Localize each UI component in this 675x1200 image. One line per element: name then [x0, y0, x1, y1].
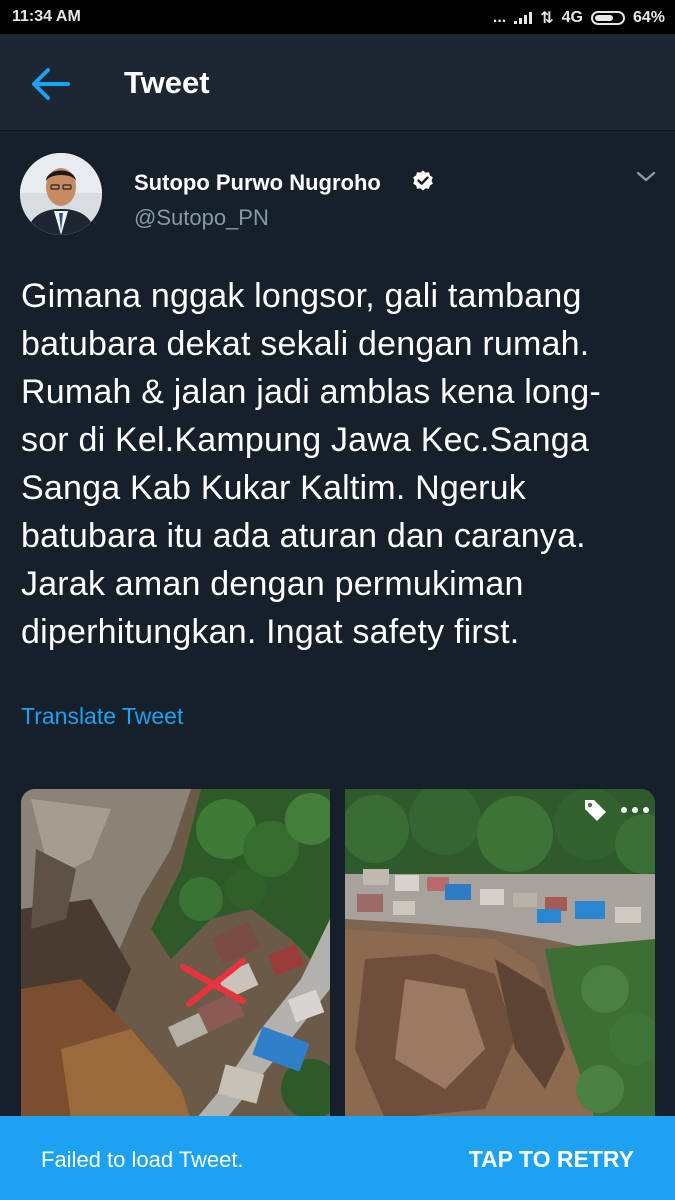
tweet-text-line: Sanga Kab Kukar Kaltim. Ngeruk	[21, 469, 526, 507]
tweet-photo-1[interactable]	[21, 789, 330, 1119]
chevron-down-icon[interactable]	[634, 168, 658, 186]
signal-icon	[514, 12, 533, 24]
retry-button[interactable]: TAP TO RETRY	[469, 1146, 634, 1173]
status-time: 11:34 AM	[12, 8, 81, 25]
avatar[interactable]	[20, 153, 102, 235]
arrow-left-icon	[32, 68, 70, 100]
status-indicators: ... ⇅ 4G 64%	[493, 8, 665, 28]
tweet-text-line: Jarak aman dengan permukiman	[21, 565, 524, 603]
tweet-text-line: batubara itu ada aturan dan caranya.	[21, 517, 586, 555]
status-bar: 11:34 AM ... ⇅ 4G 64%	[0, 0, 675, 34]
battery-icon	[590, 11, 625, 25]
author-name[interactable]: Sutopo Purwo Nugroho	[134, 170, 381, 196]
tweet-photo-2[interactable]	[345, 789, 655, 1119]
snackbar-message: Failed to load Tweet.	[41, 1147, 244, 1172]
verified-badge-icon	[413, 170, 433, 191]
tweet-text-line: batubara dekat sekali dengan rumah.	[21, 325, 590, 363]
page-title: Tweet	[124, 65, 210, 100]
more-horizontal-icon[interactable]	[620, 806, 650, 814]
translate-tweet-link[interactable]: Translate Tweet	[21, 703, 183, 730]
tweet-text-line: diperhitungkan. Ingat safety first.	[21, 613, 520, 651]
network-type: 4G	[561, 9, 583, 26]
author-handle[interactable]: @Sutopo_PN	[134, 205, 269, 231]
tweet-text-line: Gimana nggak longsor, gali tambang	[21, 277, 582, 315]
tweet-text: Gimana nggak longsor, gali tambang batub…	[21, 272, 661, 656]
notification-dots: ...	[492, 9, 507, 26]
tag-icon[interactable]	[582, 797, 608, 823]
data-arrows-icon: ⇅	[540, 10, 554, 27]
battery-level: 64%	[632, 9, 665, 26]
app-header: Tweet	[0, 34, 675, 131]
tweet-text-line: sor di Kel.Kampung Jawa Kec.Sanga	[21, 421, 589, 459]
back-button[interactable]	[28, 64, 72, 104]
tweet-text-line: Rumah & jalan jadi amblas kena long-	[21, 373, 601, 411]
error-snackbar: Failed to load Tweet. TAP TO RETRY	[0, 1116, 675, 1200]
